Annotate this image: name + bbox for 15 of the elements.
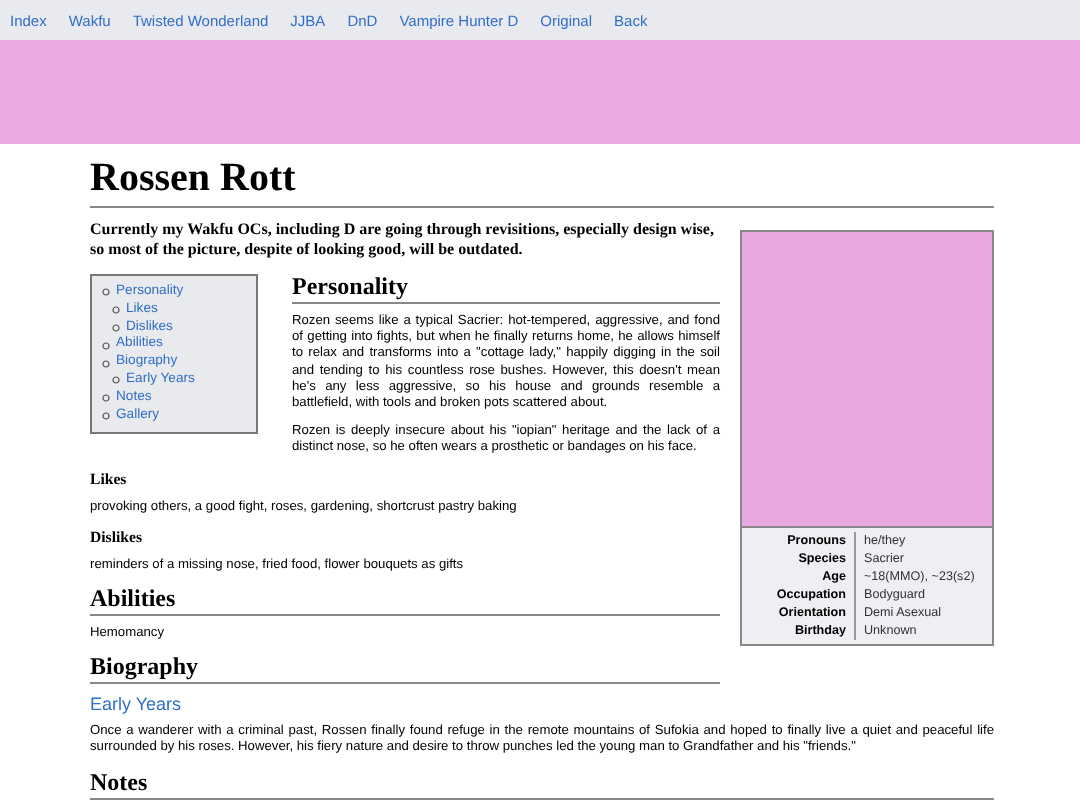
bullet-icon — [112, 323, 120, 332]
page-title: Rossen Rott — [90, 156, 994, 208]
bullet-icon — [102, 359, 110, 368]
bullet-icon — [102, 411, 110, 420]
bullet-icon — [112, 306, 120, 315]
bullet-icon — [102, 341, 110, 350]
notice-text: Currently my Wakfu OCs, including D are going through revisitions, especially design wise, so most of the picture, despite of looking good, will be outdated. — [90, 220, 716, 258]
section-heading: Notes — [90, 769, 994, 800]
section-heading: Personality — [292, 274, 720, 304]
section-heading: Abilities — [90, 586, 720, 617]
bullet-icon — [112, 376, 120, 385]
section-heading: Biography — [90, 654, 720, 685]
bullet-icon — [102, 394, 110, 403]
subsection-link[interactable]: Early Years — [90, 694, 994, 715]
bullet-icon — [102, 288, 110, 297]
